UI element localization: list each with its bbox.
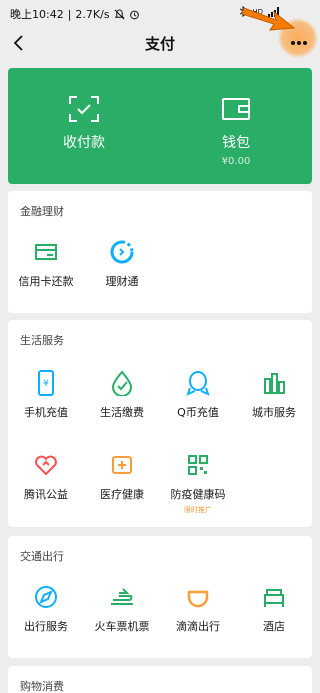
mute-icon	[114, 8, 125, 19]
item-label: 火车票机票	[94, 620, 150, 633]
pointer-arrow-icon	[242, 7, 296, 31]
didi-item[interactable]: 滴滴出行	[160, 584, 236, 634]
scan-pay-icon	[69, 96, 99, 122]
network-speed: 2.7K/s	[75, 7, 110, 21]
more-dots-icon	[291, 41, 307, 45]
train-flight-item[interactable]: 火车票机票	[84, 584, 160, 634]
life-services-section: 生活服务 ¥ 手机充值 生活缴费 Q币充值 城市服务 腾讯公益 医疗健康 防疫健…	[8, 320, 312, 527]
phone-topup-icon: ¥	[38, 370, 54, 396]
item-label: 防疫健康码	[170, 488, 226, 501]
section-title: 交通出行	[20, 550, 64, 563]
wallet-button[interactable]: 钱包 ¥0.00	[160, 68, 312, 184]
wallet-label: 钱包	[222, 135, 250, 151]
wealth-item[interactable]: 理财通	[84, 239, 160, 289]
charity-item[interactable]: 腾讯公益	[8, 452, 84, 502]
item-label: 出行服务	[24, 620, 68, 633]
item-label: 腾讯公益	[24, 488, 68, 501]
finance-section: 金融理财 信用卡还款 理财通	[8, 191, 312, 313]
pay-collect-button[interactable]: 收付款	[8, 68, 160, 184]
status-time: 晚上10:42	[10, 8, 64, 21]
alarm-icon	[129, 10, 139, 19]
medical-icon	[112, 456, 132, 474]
item-label: 手机充值	[24, 406, 68, 419]
utility-bill-item[interactable]: 生活缴费	[84, 370, 160, 420]
qr-code-icon	[188, 455, 208, 475]
hotel-icon	[264, 589, 284, 607]
didi-icon	[187, 590, 209, 608]
health-code-item[interactable]: 防疫健康码 限时推广	[160, 452, 236, 515]
train-icon	[111, 588, 133, 605]
shopping-section: 购物消费	[8, 666, 312, 693]
transport-section: 交通出行 出行服务 火车票机票 滴滴出行 酒店	[8, 536, 312, 658]
city-service-item[interactable]: 城市服务	[236, 370, 312, 420]
wallet-card: 收付款 钱包 ¥0.00	[8, 68, 312, 184]
status-separator: |	[67, 7, 72, 21]
item-label: 城市服务	[252, 406, 296, 419]
item-label: 酒店	[263, 620, 285, 633]
travel-icon	[35, 586, 57, 608]
travel-service-item[interactable]: 出行服务	[8, 584, 84, 634]
credit-card-repay-item[interactable]: 信用卡还款	[8, 239, 84, 289]
wallet-icon	[222, 98, 250, 120]
city-service-icon	[264, 373, 285, 394]
section-title: 生活服务	[20, 334, 64, 347]
credit-card-icon	[35, 244, 57, 260]
item-label: 理财通	[105, 275, 139, 288]
item-label: 滴滴出行	[176, 620, 220, 633]
wealth-icon	[110, 240, 134, 264]
pay-collect-label: 收付款	[63, 135, 105, 151]
medical-item[interactable]: 医疗健康	[84, 452, 160, 502]
section-title: 购物消费	[20, 680, 64, 693]
back-button[interactable]	[8, 32, 30, 54]
phone-topup-item[interactable]: ¥ 手机充值	[8, 370, 84, 420]
utility-bill-icon	[111, 370, 133, 396]
qcoin-item[interactable]: Q币充值	[160, 370, 236, 420]
page-title: 支付	[144, 34, 175, 53]
chevron-left-icon	[13, 35, 23, 51]
promo-badge: 限时推广	[184, 506, 212, 514]
wallet-balance: ¥0.00	[221, 156, 251, 167]
svg-text:¥: ¥	[43, 379, 49, 389]
item-label: 医疗健康	[100, 488, 144, 501]
qcoin-icon	[186, 371, 210, 396]
charity-icon	[35, 455, 57, 476]
item-label: 信用卡还款	[18, 275, 74, 288]
item-label: 生活缴费	[100, 406, 144, 419]
section-title: 金融理财	[20, 205, 64, 218]
item-label: Q币充值	[177, 406, 219, 419]
hotel-item[interactable]: 酒店	[236, 584, 312, 634]
